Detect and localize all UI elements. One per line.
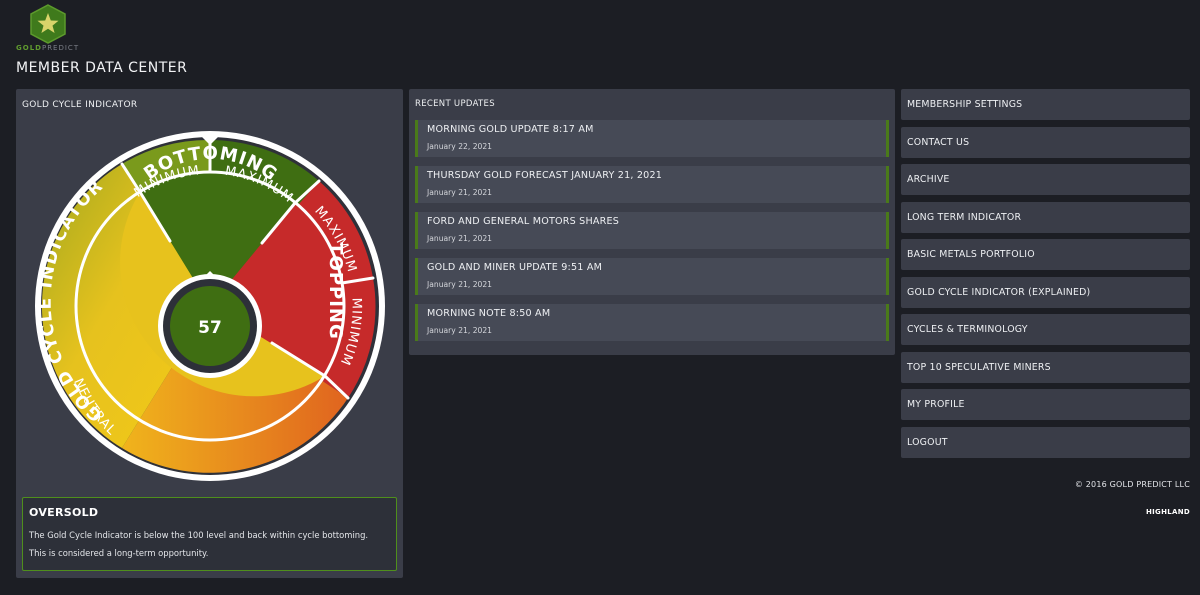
update-item[interactable]: THURSDAY GOLD FORECAST JANUARY 21, 2021 … — [415, 166, 889, 203]
gold-cycle-value: 57 — [198, 318, 222, 338]
update-title: MORNING NOTE 8:50 AM — [427, 308, 551, 319]
update-item[interactable]: MORNING GOLD UPDATE 8:17 AM January 22, … — [415, 120, 889, 157]
menu-item-contact-us[interactable]: CONTACT US — [901, 126, 1190, 158]
update-date: January 21, 2021 — [427, 234, 493, 243]
update-title: MORNING GOLD UPDATE 8:17 AM — [427, 124, 594, 135]
menu-item-my-profile[interactable]: MY PROFILE — [901, 389, 1190, 420]
panel-title: RECENT UPDATES — [415, 99, 495, 109]
update-title: FORD AND GENERAL MOTORS SHARES — [427, 216, 620, 227]
update-item[interactable]: GOLD AND MINER UPDATE 9:51 AM January 21… — [415, 258, 889, 295]
status-title: OVERSOLD — [29, 506, 99, 519]
status-description-line2: This is considered a long-term opportuni… — [29, 548, 209, 558]
page-title: MEMBER DATA CENTER — [16, 60, 188, 76]
update-date: January 21, 2021 — [427, 326, 493, 335]
segment-label-topping: TOPPING — [325, 242, 346, 340]
menu-item-long-term-indicator[interactable]: LONG TERM INDICATOR — [901, 201, 1190, 233]
panel-title: GOLD CYCLE INDICATOR — [22, 100, 138, 110]
site-credit-link[interactable]: HIGHLAND — [1146, 508, 1190, 516]
update-date: January 21, 2021 — [427, 188, 493, 197]
menu-item-gold-cycle-indicator-explained[interactable]: GOLD CYCLE INDICATOR (EXPLAINED) — [901, 276, 1190, 308]
update-item[interactable]: MORNING NOTE 8:50 AM January 21, 2021 — [415, 304, 889, 341]
gold-cycle-indicator-panel: GOLD CYCLE INDICATOR MINIMUM MAXIMUM MAX… — [16, 89, 403, 578]
update-list: MORNING GOLD UPDATE 8:17 AM January 22, … — [415, 120, 889, 350]
menu-item-basic-metals-portfolio[interactable]: BASIC METALS PORTFOLIO — [901, 239, 1190, 270]
update-title: GOLD AND MINER UPDATE 9:51 AM — [427, 262, 603, 273]
logo-wordmark: GOLDPREDICT — [16, 44, 80, 52]
menu-item-logout[interactable]: LOGOUT — [901, 426, 1190, 458]
update-date: January 22, 2021 — [427, 142, 493, 151]
copyright-text: © 2016 GOLD PREDICT LLC — [1074, 480, 1190, 489]
gold-predict-logo[interactable]: GOLDPREDICT — [16, 4, 80, 54]
update-item[interactable]: FORD AND GENERAL MOTORS SHARES January 2… — [415, 212, 889, 249]
star-icon — [30, 4, 66, 44]
status-box: OVERSOLD The Gold Cycle Indicator is bel… — [22, 497, 397, 571]
update-date: January 21, 2021 — [427, 280, 493, 289]
menu-item-archive[interactable]: ARCHIVE — [901, 164, 1190, 195]
menu-item-cycles-terminology[interactable]: CYCLES & TERMINOLOGY — [901, 314, 1190, 345]
member-menu: MEMBERSHIP SETTINGS CONTACT US ARCHIVE L… — [901, 89, 1190, 464]
status-description-line1: The Gold Cycle Indicator is below the 10… — [29, 530, 369, 540]
update-title: THURSDAY GOLD FORECAST JANUARY 21, 2021 — [427, 170, 663, 181]
recent-updates-panel: RECENT UPDATES MORNING GOLD UPDATE 8:17 … — [409, 89, 895, 355]
menu-item-top-10-speculative-miners[interactable]: TOP 10 SPECULATIVE MINERS — [901, 351, 1190, 383]
menu-item-membership-settings[interactable]: MEMBERSHIP SETTINGS — [901, 89, 1190, 120]
gold-cycle-wheel: MINIMUM MAXIMUM MAXIMUM MINIMUM NEUTRAL … — [35, 131, 385, 481]
